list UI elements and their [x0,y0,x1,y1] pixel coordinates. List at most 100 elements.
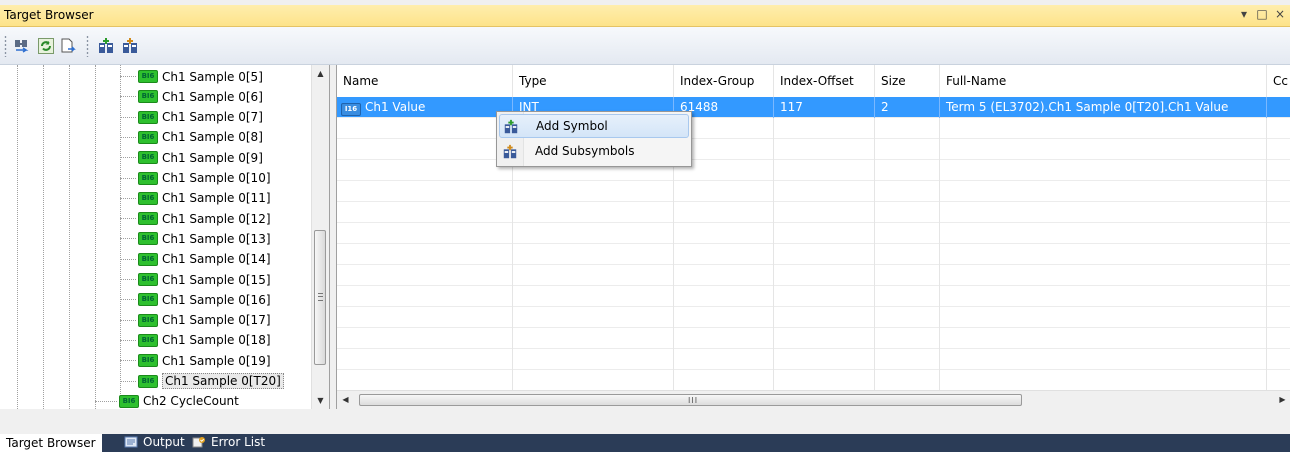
add-subsymbols-button[interactable] [120,36,140,56]
tree-guides [0,65,121,409]
symbol-tree[interactable]: BI6 Ch1 Sample 0[5] BI6 Ch1 Sample 0[6] BI6 C… [0,65,330,409]
cell-full-name: Term 5 (EL3702).Ch1 Sample 0[T20].Ch1 Va… [940,97,1267,118]
tree-item-label: Ch1 Sample 0[14] [162,252,271,267]
cell-name: I16 Ch1 Value [337,97,513,118]
empty-table-row [337,286,1290,307]
bit-type-icon: BI6 [138,70,158,83]
column-header-type[interactable]: Type [513,65,674,97]
empty-table-row [337,349,1290,370]
bit-type-icon: BI6 [138,171,158,185]
scroll-up-icon[interactable]: ▲ [312,65,329,82]
tree-item-label: Ch1 Sample 0[12] [162,211,271,226]
empty-table-row [337,181,1290,202]
empty-table-row [337,370,1290,391]
tree-item[interactable]: BI6 Ch1 Sample 0[12] [120,208,271,229]
menu-item-add-symbol[interactable]: Add Symbol [499,114,689,138]
tree-item[interactable]: BI6 Ch1 Sample 0[19] [120,350,271,371]
tree-item[interactable]: BI6 Ch1 Sample 0[8] [120,127,263,148]
tab-target-browser[interactable]: Target Browser [0,434,102,452]
refresh-button[interactable] [36,36,56,56]
tree-item-label: Ch1 Sample 0[11] [162,191,271,206]
tree-item[interactable]: BI6 Ch1 Sample 0[11] [120,188,271,209]
empty-table-row [337,307,1290,328]
grid-scroll-thumb[interactable]: III [359,394,1022,406]
int-type-icon: I16 [341,103,361,116]
menu-item-label: Add Subsymbols [535,144,635,158]
tree-item-label: Ch1 Sample 0[17] [162,313,271,328]
symbol-grid[interactable]: Name Type Index-Group Index-Offset Size … [336,65,1290,409]
tree-item[interactable]: BI6 Ch1 Sample 0[17] [120,310,271,331]
empty-table-row [337,139,1290,160]
scroll-left-icon[interactable]: ◀ [337,391,354,409]
menu-item-add-subsymbols[interactable]: Add Subsymbols [499,140,689,164]
find-icon [15,40,29,53]
column-header-name[interactable]: Name [337,65,513,97]
tree-item[interactable]: BI6 Ch1 Sample 0[18] [120,330,271,351]
column-header-full-name[interactable]: Full-Name [940,65,1267,97]
tree-item[interactable]: BI6 Ch1 Sample 0[9] [120,147,263,168]
tree-item[interactable]: BI6 Ch1 Sample 0[15] [120,269,271,290]
grid-header: Name Type Index-Group Index-Offset Size … [337,65,1290,97]
tree-item[interactable]: BI6 Ch1 Sample 0[6] [120,86,263,107]
tree-item[interactable]: BI6 Ch1 Sample 0[10] [120,168,271,189]
column-header-index-group[interactable]: Index-Group [674,65,774,97]
close-icon[interactable]: × [1274,7,1286,21]
tree-item-label: Ch1 Sample 0[16] [162,292,271,307]
column-header-index-offset[interactable]: Index-Offset [774,65,875,97]
tree-item-label: Ch1 Sample 0[10] [162,171,271,185]
output-icon [124,436,138,448]
scroll-down-icon[interactable]: ▼ [312,392,329,409]
cell-name-text: Ch1 Value [365,100,426,114]
column-header-size[interactable]: Size [875,65,940,97]
tree-item-label: Ch1 Sample 0[T20] [162,373,284,389]
tree-item[interactable]: BI6 Ch1 Sample 0[5] [120,66,263,87]
cell-size: 2 [875,97,940,118]
toolbar-separator [86,35,89,57]
bit-type-icon: BI6 [138,232,158,246]
tree-item-label: Ch1 Sample 0[18] [162,333,271,348]
bit-type-icon: BI6 [138,333,158,347]
column-header-comment[interactable]: Cc [1267,65,1290,97]
grid-horizontal-scrollbar[interactable]: ◀ III ▶ [337,390,1290,409]
bit-type-icon: BI6 [138,212,158,226]
bit-type-icon: BI6 [138,374,158,388]
tab-label: Error List [211,435,266,449]
bit-type-icon: BI6 [119,394,139,408]
tree-item-label: Ch1 Sample 0[13] [162,231,271,246]
tree-item[interactable]: BI6 Ch1 Sample 0[7] [120,107,263,128]
empty-table-row [337,160,1290,181]
bit-type-icon: BI6 [138,252,158,266]
target-browser-window: Target Browser ▾ □ × BI6 Ch1 Sample 0[5]… [0,0,1290,434]
maximize-icon[interactable]: □ [1256,7,1268,21]
tree-item[interactable]: BI6 Ch1 Sample 0[14] [120,249,271,270]
scroll-right-icon[interactable]: ▶ [1274,391,1290,409]
bit-type-icon: BI6 [138,151,158,165]
tab-output[interactable]: Output [124,434,185,450]
bit-type-icon: BI6 [138,90,158,104]
bit-type-icon: BI6 [138,313,158,327]
window-title: Target Browser [4,8,94,22]
tree-item[interactable]: BI6 Ch1 Sample 0[T20] [120,371,284,392]
dropdown-icon[interactable]: ▾ [1238,7,1250,21]
tab-error-list[interactable]: Error List [192,434,265,450]
empty-table-row [337,118,1290,139]
bottom-tab-bar: Target Browser Output Error List [0,409,1290,452]
add-symbol-icon [99,38,113,53]
export-button[interactable] [58,36,78,56]
toolbar-grip[interactable] [4,35,7,57]
empty-table-row [337,202,1290,223]
tree-item-label: Ch1 Sample 0[9] [162,150,263,165]
tree-item[interactable]: BI6 Ch1 Sample 0[13] [120,228,271,249]
tab-label: Target Browser [6,436,96,450]
find-button[interactable] [12,36,32,56]
tree-item[interactable]: BI6 Ch1 Sample 0[16] [120,289,271,310]
tree-item-label: Ch1 Sample 0[7] [162,110,263,125]
menu-item-label: Add Symbol [536,119,608,133]
tree-item-label: Ch1 Sample 0[15] [162,272,271,287]
tree-item[interactable]: BI6 Ch2 CycleCount [95,391,239,409]
bit-type-icon: BI6 [138,354,158,368]
tree-scroll-thumb[interactable] [314,230,326,365]
tree-vertical-scrollbar[interactable]: ▲ ▼ [311,65,329,409]
add-symbol-button[interactable] [96,36,116,56]
table-row[interactable]: I16 Ch1 Value INT 61488 117 2 Term 5 (EL3… [337,97,1290,118]
